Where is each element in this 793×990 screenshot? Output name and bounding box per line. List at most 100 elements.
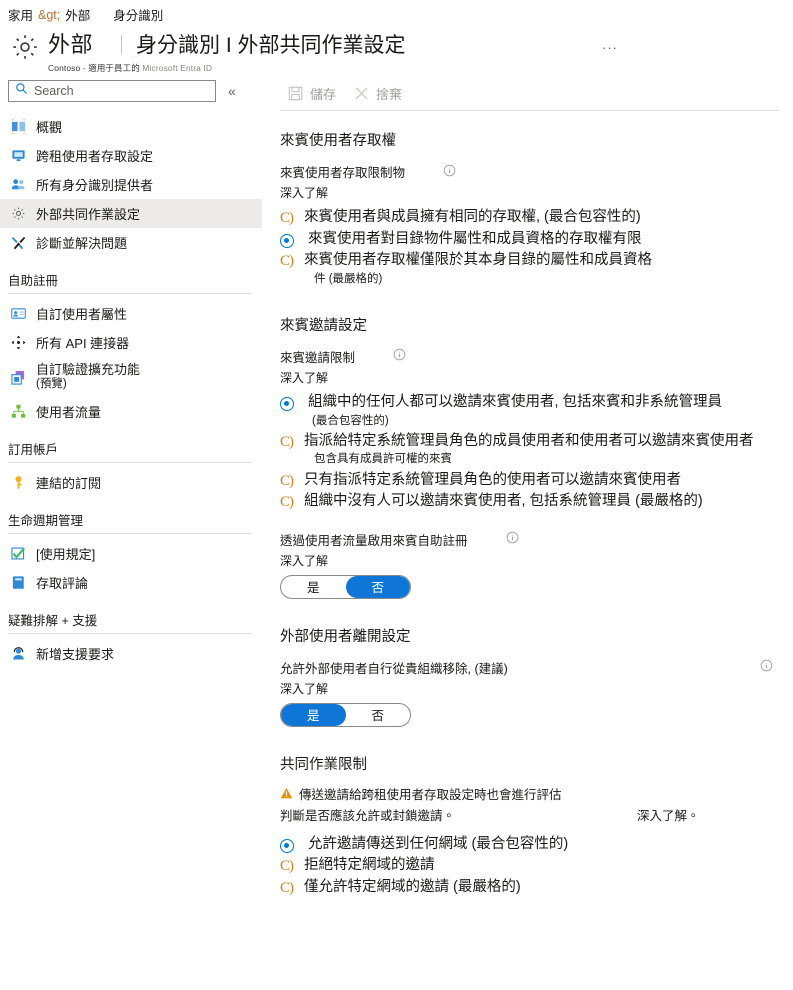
sidebar-item-all-api-connectors[interactable]: 所有 API 連接器 xyxy=(0,328,262,357)
radio-option[interactable]: C) 只有指派特定系統管理員角色的使用者可以邀請來賓使用者 xyxy=(280,470,793,491)
sidebar-item-linked-subscriptions[interactable]: 連結的訂閱 xyxy=(0,468,262,497)
id-card-icon xyxy=(10,305,27,322)
radio-option[interactable]: C) 來賓使用者存取權僅限於其本身目錄的屬性和成員資格 件 (最嚴格的) xyxy=(280,250,793,288)
toggle-option-yes[interactable]: 是 xyxy=(281,576,346,598)
sidebar-item-external-collaboration-settings[interactable]: 外部共同作業設定 xyxy=(0,199,262,228)
page-subtitle-title: 身分識別 I 外部共同作業設定 xyxy=(136,34,406,57)
field-label-text: 允許外部使用者自行從貴組織移除, (建議) xyxy=(280,661,508,676)
radio-option[interactable]: C) 來賓使用者與成員擁有相同的存取權, (最合包容性的) xyxy=(280,207,793,228)
search-box[interactable] xyxy=(8,80,216,102)
gear-icon xyxy=(10,205,27,222)
toggle-option-no[interactable]: 否 xyxy=(346,704,411,726)
extension-icon xyxy=(10,369,27,386)
sidebar-item-label: 存取評論 xyxy=(36,576,89,591)
sidebar-item-diagnose-solve[interactable]: 診斷並解決問題 xyxy=(0,228,262,257)
discard-button[interactable]: 捨棄 xyxy=(354,84,402,103)
body-split: « 概觀 xyxy=(0,76,793,961)
radio-option[interactable]: C) 指派給特定系統管理員角色的成員使用者和使用者可以邀請來賓使用者 包含具有成… xyxy=(280,431,793,469)
flow-icon xyxy=(10,403,27,420)
sidebar-item-access-reviews[interactable]: 存取評論 xyxy=(0,568,262,597)
info-icon[interactable] xyxy=(443,164,456,180)
nav-group-title-self-service: 自助註冊 xyxy=(8,274,59,288)
toggle-option-no[interactable]: 否 xyxy=(345,575,410,598)
radio-option-label: 來賓使用者對目錄物件屬性和成員資格的存取權有限 xyxy=(308,230,642,247)
breadcrumb-item-identity[interactable]: 身分識別 xyxy=(113,5,163,24)
info-icon[interactable] xyxy=(760,659,773,675)
radio-option[interactable]: 來賓使用者對目錄物件屬性和成員資格的存取權有限 xyxy=(280,229,793,250)
save-button[interactable]: 儲存 xyxy=(288,84,336,103)
radio-unselected-icon: C) xyxy=(280,253,294,270)
section-title-external-user-leave: 外部使用者離開設定 xyxy=(280,628,411,645)
sidebar-item-custom-auth-extensions[interactable]: 自訂驗證擴充功能 (預覽) xyxy=(0,357,262,397)
search-input[interactable] xyxy=(34,84,194,98)
radio-option[interactable]: 允許邀請傳送到任何網域 (最合包容性的) xyxy=(280,834,793,855)
sidebar-item-custom-user-attributes[interactable]: 自訂使用者屬性 xyxy=(0,299,262,328)
nav-divider xyxy=(8,293,252,294)
chevron-double-left-icon[interactable]: « xyxy=(228,84,236,98)
toggle-external-user-leave[interactable]: 是 否 xyxy=(280,702,411,727)
sidebar-item-terms-of-use[interactable]: [使用規定] xyxy=(0,539,262,568)
page-header-text: 外部 身分識別 I 外部共同作業設定 Contoso - 適用于員工的 Micr… xyxy=(48,27,406,74)
more-options-icon[interactable]: ··· xyxy=(602,40,618,55)
sidebar-item-sublabel: (預覽) xyxy=(36,377,67,390)
info-icon[interactable] xyxy=(393,348,406,364)
warning-text-line2: 判斷是否應該允許或封鎖邀請。 xyxy=(280,808,456,823)
learn-more-link[interactable]: 深入了解 xyxy=(280,680,793,697)
radio-unselected-icon: C) xyxy=(280,879,294,896)
field-label-guest-self-service-signup: 透過使用者流量啟用來賓自助註冊 xyxy=(280,530,793,549)
sidebar: « 概觀 xyxy=(0,76,262,961)
nav-group-title-lifecycle: 生命週期管理 xyxy=(8,514,84,528)
command-bar: 儲存 捨棄 xyxy=(272,76,793,110)
field-label-guest-access-restriction: 來賓使用者存取限制物 xyxy=(280,162,793,181)
breadcrumb: 家用 &gt; 外部 身分識別 xyxy=(0,0,793,24)
learn-more-link[interactable]: 深入了解 xyxy=(280,369,793,386)
learn-more-link[interactable]: 深入了解。 xyxy=(637,805,700,824)
discard-button-label: 捨棄 xyxy=(376,86,403,102)
field-label-guest-invite-restriction: 來賓邀請限制 xyxy=(280,347,793,366)
page-title-row: 外部 身分識別 I 外部共同作業設定 xyxy=(48,27,406,59)
radio-option[interactable]: C) 僅允許特定網域的邀請 (最嚴格的) xyxy=(280,877,793,898)
radio-unselected-icon: C) xyxy=(280,858,294,875)
radio-option[interactable]: C) 拒絕特定網域的邀請 xyxy=(280,855,793,876)
settings-content: 來賓使用者存取權 來賓使用者存取限制物 深入了解 C) 來賓使用者與成員擁有相同… xyxy=(272,111,793,898)
search-row: « xyxy=(0,80,262,102)
toggle-option-yes[interactable]: 是 xyxy=(281,703,346,726)
sidebar-item-cross-tenant-access[interactable]: 跨租使用者存取設定 xyxy=(0,141,262,170)
sidebar-item-new-support-request[interactable]: 新增支援要求 xyxy=(0,639,262,668)
sidebar-item-label: 概觀 xyxy=(36,120,63,135)
org-name: Contoso - 適用于員工的 xyxy=(48,63,140,73)
sidebar-item-label: [使用規定] xyxy=(36,547,96,562)
nav-divider xyxy=(8,533,252,534)
radio-option[interactable]: C) 組織中沒有人可以邀請來賓使用者, 包括系統管理員 (最嚴格的) xyxy=(280,491,793,512)
search-icon xyxy=(15,82,28,100)
warning-text-line1: 傳送邀請給跨租使用者存取設定時也會進行評估 xyxy=(299,787,562,802)
sidebar-item-user-flows[interactable]: 使用者流量 xyxy=(0,397,262,426)
radio-unselected-icon: C) xyxy=(280,433,294,450)
sidebar-item-label: 所有身分識別提供者 xyxy=(36,178,154,193)
learn-more-link[interactable]: 深入了解 xyxy=(280,184,793,201)
breadcrumb-item-home[interactable]: 家用 xyxy=(8,5,33,24)
save-icon xyxy=(288,86,303,101)
save-button-label: 儲存 xyxy=(310,86,337,102)
warning-line2-row: 判斷是否應該允許或封鎖邀請。 深入了解。 xyxy=(280,805,793,824)
learn-more-link[interactable]: 深入了解 xyxy=(280,552,793,569)
radio-option-label: 來賓使用者與成員擁有相同的存取權, (最合包容性的) xyxy=(304,209,641,225)
page-title: 外部 xyxy=(48,32,94,57)
toggle-guest-self-service-signup[interactable]: 是 否 xyxy=(280,574,411,599)
radio-option-label-group: 來賓使用者存取權僅限於其本身目錄的屬性和成員資格 件 (最嚴格的) xyxy=(302,250,652,288)
radio-selected-icon xyxy=(280,834,302,853)
info-icon[interactable] xyxy=(506,531,519,547)
org-product: Microsoft Entra ID xyxy=(142,63,213,73)
radio-selected-icon xyxy=(280,229,302,248)
book-icon xyxy=(10,574,27,591)
radio-option-label: 指派給特定系統管理員角色的成員使用者和使用者可以邀請來賓使用者 xyxy=(304,432,754,449)
sidebar-item-overview[interactable]: 概觀 xyxy=(0,112,262,141)
nav-group-title-subscriptions: 訂用帳戶 xyxy=(8,443,59,457)
section-title-guest-user-access: 來賓使用者存取權 xyxy=(280,133,396,149)
close-icon xyxy=(354,86,369,101)
radio-selected-icon xyxy=(280,392,302,411)
sidebar-item-all-identity-providers[interactable]: 所有身分識別提供者 xyxy=(0,170,262,199)
breadcrumb-item-external[interactable]: 外部 xyxy=(65,5,90,24)
gear-icon xyxy=(10,32,40,62)
radio-option[interactable]: 組織中的任何人都可以邀請來賓使用者, 包括來賓和非系統管理員 (最合包容性的) xyxy=(280,392,793,430)
